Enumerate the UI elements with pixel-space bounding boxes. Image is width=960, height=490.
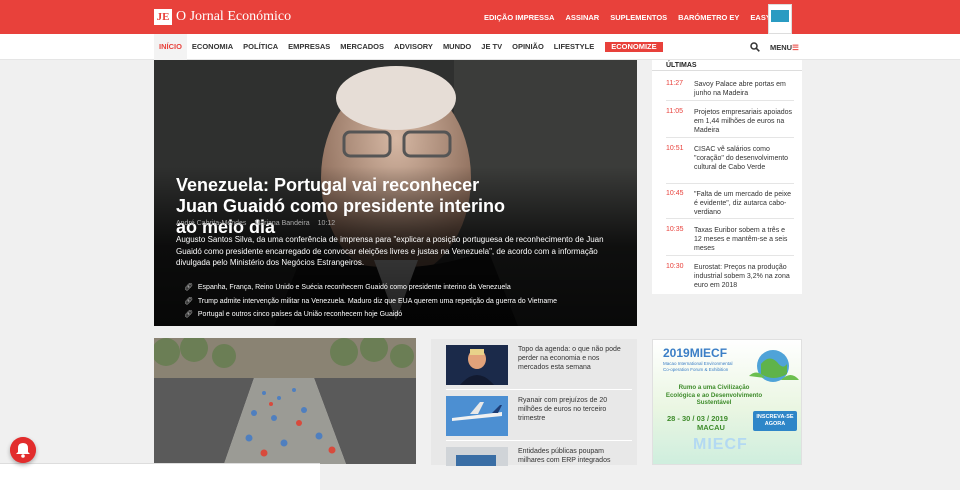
nav-item-mundo[interactable]: MUNDO xyxy=(438,34,476,60)
latest-news-item[interactable]: 11:05 Projetos empresariais apoiados em … xyxy=(666,108,794,135)
notification-bar xyxy=(0,463,320,490)
list-item[interactable]: Ryanair com prejuízos de 20 milhões de e… xyxy=(446,396,628,436)
news-headline[interactable]: "Falta de um mercado de peixe é evidente… xyxy=(694,190,794,217)
link-icon: 🔗︎ xyxy=(184,297,193,305)
news-time: 10:30 xyxy=(666,263,684,270)
notification-bell-icon[interactable] xyxy=(10,437,36,463)
news-headline[interactable]: Taxas Euribor sobem a três e 12 meses e … xyxy=(694,226,794,253)
nav-item-empresas[interactable]: EMPRESAS xyxy=(283,34,335,60)
ad-register-button[interactable]: INSCREVA-SE AGORA xyxy=(753,411,797,431)
hero-article[interactable]: Venezuela: Portugal vai reconhecer Juan … xyxy=(154,60,637,326)
sidebar-title: ÚLTIMAS xyxy=(666,62,697,69)
marathon-article-image[interactable] xyxy=(154,338,416,464)
menu-label: MENU xyxy=(770,43,793,52)
author-1[interactable]: André Cabrita-Mendes xyxy=(176,220,246,227)
news-headline[interactable]: Eurostat: Preços na produção industrial … xyxy=(694,263,794,290)
top-link-edicao-impressa[interactable]: EDIÇÃO IMPRESSA xyxy=(484,13,554,22)
ad-big-text: MIECF xyxy=(693,436,748,453)
latest-news-item[interactable]: 10:35 Taxas Euribor sobem a três e 12 me… xyxy=(666,226,794,253)
ad-city: MACAU xyxy=(697,423,725,432)
latest-news-sidebar: ÚLTIMAS 11:27 Savoy Palace abre portas e… xyxy=(652,60,802,294)
economize-button[interactable]: ECONOMIZE xyxy=(605,42,663,52)
top-links: EDIÇÃO IMPRESSA ASSINAR SUPLEMENTOS BARÓ… xyxy=(484,13,787,22)
nav-item-opiniao[interactable]: OPINIÃO xyxy=(507,34,549,60)
related-link[interactable]: 🔗︎ Espanha, França, Reino Unido e Suécia … xyxy=(184,281,557,295)
logo-text: O Jornal Económico xyxy=(176,9,292,24)
globe-icon xyxy=(749,350,799,382)
miecf-ad-banner[interactable]: 2019MIECF Macao International Environmen… xyxy=(652,339,802,465)
menu-button[interactable]: MENU☰ xyxy=(770,43,799,52)
divider xyxy=(666,137,794,138)
news-headline[interactable]: CISAC vê salários como "coração" do dese… xyxy=(694,145,794,172)
nav-item-mercados[interactable]: MERCADOS xyxy=(335,34,389,60)
hero-lead: Augusto Santos Silva, da uma conferência… xyxy=(176,235,604,267)
divider xyxy=(666,183,794,184)
ad-title: 2019MIECF xyxy=(663,346,728,360)
news-time: 11:27 xyxy=(666,80,683,87)
related-link-text: Trump admite intervenção militar na Vene… xyxy=(197,297,558,305)
list-item-headline[interactable]: Topo da agenda: o que não pode perder na… xyxy=(518,345,628,385)
top-bar: JE O Jornal Económico EDIÇÃO IMPRESSA AS… xyxy=(0,0,960,34)
latest-news-item[interactable]: 11:27 Savoy Palace abre portas em junho … xyxy=(666,80,794,98)
nav-item-economia[interactable]: ECONOMIA xyxy=(187,34,238,60)
hero-headline[interactable]: Venezuela: Portugal vai reconhecer Juan … xyxy=(176,175,516,238)
hero-authors: André Cabrita-Mendes Mariana Bandeira 10… xyxy=(176,220,341,227)
latest-news-item[interactable]: 10:45 "Falta de um mercado de peixe é ev… xyxy=(666,190,794,217)
promo-badge[interactable] xyxy=(768,4,792,34)
headline-list: Topo da agenda: o que não pode perder na… xyxy=(431,339,637,487)
nav-item-advisory[interactable]: ADVISORY xyxy=(389,34,438,60)
nav-item-politica[interactable]: POLÍTICA xyxy=(238,34,283,60)
search-icon[interactable] xyxy=(750,42,760,52)
divider xyxy=(666,218,794,219)
ad-tagline: Rumo a uma Civilização Ecológica e ao De… xyxy=(665,384,763,406)
news-time: 10:45 xyxy=(666,190,684,197)
nav-item-je-tv[interactable]: JE TV xyxy=(476,34,507,60)
related-link[interactable]: 🔗︎ Trump admite intervenção militar na Ve… xyxy=(184,295,557,309)
link-icon: 🔗︎ xyxy=(184,284,193,291)
ad-subtitle: Macao International Environmental Co-ope… xyxy=(663,361,733,372)
list-item-headline[interactable]: Ryanair com prejuízos de 20 milhões de e… xyxy=(518,396,628,436)
news-time: 11:05 xyxy=(666,108,683,115)
promo-badge-image xyxy=(771,10,789,22)
top-link-barometro[interactable]: BARÓMETRO EY xyxy=(678,13,739,22)
link-icon: 🔗︎ xyxy=(184,311,193,318)
news-time: 10:51 xyxy=(666,145,684,152)
divider xyxy=(446,440,632,441)
divider xyxy=(652,70,802,71)
article-thumbnail xyxy=(446,345,508,385)
related-links: 🔗︎ Espanha, França, Reino Unido e Suécia … xyxy=(184,281,557,322)
news-headline[interactable]: Projetos empresariais apoiados em 1,44 m… xyxy=(694,108,794,135)
divider xyxy=(446,389,632,390)
nav-item-lifestyle[interactable]: LIFESTYLE xyxy=(549,34,599,60)
article-thumbnail xyxy=(446,396,508,436)
logo-mark: JE xyxy=(154,9,172,25)
latest-news-item[interactable]: 10:51 CISAC vê salários como "coração" d… xyxy=(666,145,794,172)
author-2[interactable]: Mariana Bandeira xyxy=(254,220,309,227)
related-link-text: Espanha, França, Reino Unido e Suécia re… xyxy=(197,284,511,291)
divider xyxy=(666,100,794,101)
related-link[interactable]: 🔗︎ Portugal e outros cinco países da Uniã… xyxy=(184,308,557,322)
top-link-suplementos[interactable]: SUPLEMENTOS xyxy=(610,13,667,22)
hamburger-icon: ☰ xyxy=(792,43,799,52)
divider xyxy=(666,255,794,256)
news-headline[interactable]: Savoy Palace abre portas em junho na Mad… xyxy=(694,80,794,98)
marathon-photo xyxy=(154,338,416,464)
latest-news-item[interactable]: 10:30 Eurostat: Preços na produção indus… xyxy=(666,263,794,290)
list-item[interactable]: Topo da agenda: o que não pode perder na… xyxy=(446,345,628,385)
ad-dates: 28 - 30 / 03 / 2019 xyxy=(667,414,728,423)
hero-time: 10:12 xyxy=(317,220,336,227)
site-logo[interactable]: JE O Jornal Económico xyxy=(154,9,291,25)
news-time: 10:35 xyxy=(666,226,684,233)
main-nav: INÍCIO ECONOMIA POLÍTICA EMPRESAS MERCAD… xyxy=(0,34,960,60)
nav-item-inicio[interactable]: INÍCIO xyxy=(154,34,187,60)
related-link-text: Portugal e outros cinco países da União … xyxy=(197,311,403,318)
top-link-assinar[interactable]: ASSINAR xyxy=(565,13,599,22)
